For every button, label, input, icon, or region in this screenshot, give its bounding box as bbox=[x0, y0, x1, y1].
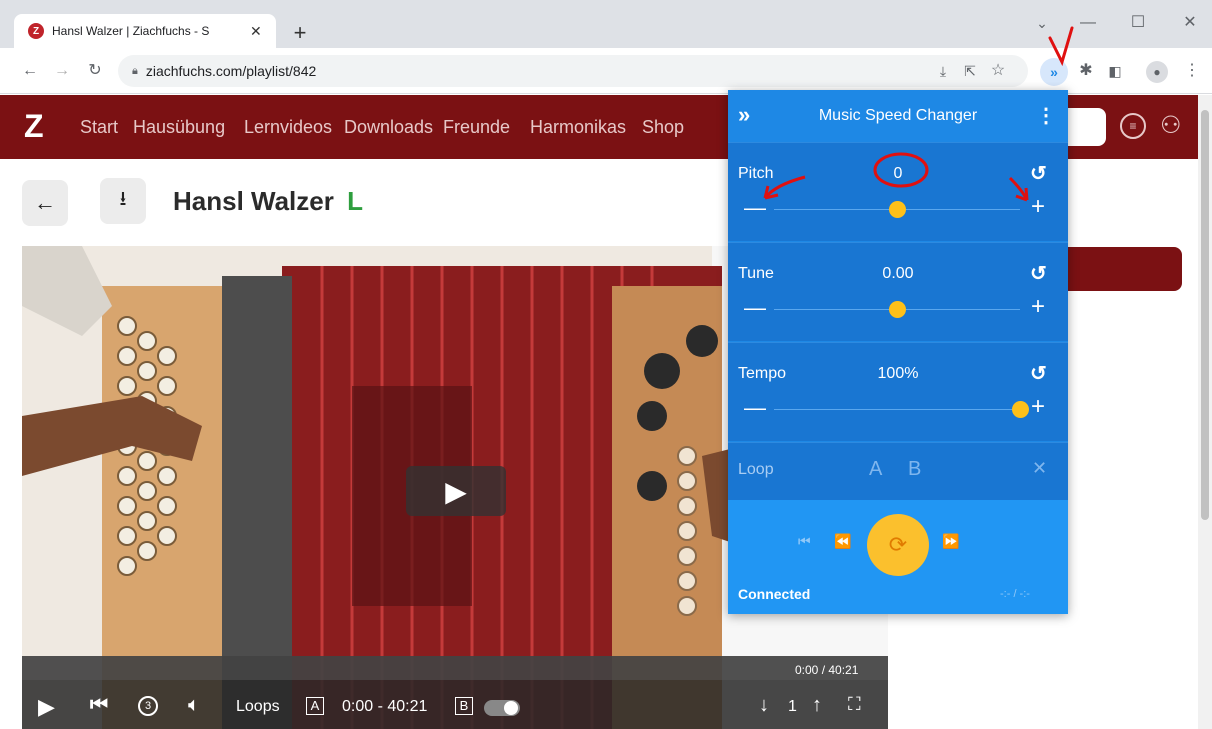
nav-shop[interactable]: Shop bbox=[642, 95, 684, 159]
tab-close-icon[interactable]: ✕ bbox=[250, 23, 262, 40]
maximize-icon[interactable]: ☐ bbox=[1123, 8, 1153, 38]
prev-track-icon[interactable]: ⏮ bbox=[798, 533, 811, 550]
transport-section: ⏮ ⏪ ⟳ ⏩ Connected -:- / -:- bbox=[728, 500, 1068, 614]
tune-section: Tune 0.00 ↺ — + bbox=[728, 242, 1068, 341]
tempo-reset-icon[interactable]: ↺ bbox=[1030, 361, 1047, 386]
profile-avatar[interactable]: ● bbox=[1146, 61, 1168, 83]
loop-a-button[interactable]: A bbox=[869, 458, 882, 481]
loop-toggle[interactable] bbox=[484, 700, 520, 716]
music-speed-changer-popup: » Music Speed Changer ⋮ Pitch 0 ↺ — + Tu… bbox=[728, 90, 1068, 614]
b-marker-button[interactable]: B bbox=[455, 697, 473, 715]
popup-title: Music Speed Changer bbox=[818, 107, 978, 124]
fullscreen-icon[interactable]: ⛶ bbox=[848, 694, 861, 715]
tempo-slider-track[interactable] bbox=[774, 409, 1020, 410]
tune-value: 0.00 bbox=[882, 265, 914, 282]
progress-bar[interactable] bbox=[22, 656, 888, 680]
pitch-reset-icon[interactable]: ↺ bbox=[1030, 161, 1047, 186]
volume-icon[interactable]: 🔈︎ bbox=[188, 694, 200, 717]
loops-label[interactable]: Loops bbox=[236, 698, 280, 716]
nav-harmonikas[interactable]: Harmonikas bbox=[530, 95, 626, 159]
speed-down-icon[interactable]: ↓ bbox=[759, 694, 769, 717]
bookmark-star-icon[interactable]: ☆ bbox=[983, 56, 1013, 86]
play-icon[interactable]: ▶ bbox=[38, 694, 55, 720]
tempo-section: Tempo 100% ↺ — + bbox=[728, 342, 1068, 441]
reload-icon[interactable]: ↻ bbox=[80, 56, 110, 86]
loop-range-text: 0:00 - 40:21 bbox=[342, 698, 428, 715]
back-button[interactable]: ← bbox=[22, 180, 68, 226]
skip-back-icon[interactable]: ⏮ bbox=[90, 694, 108, 717]
tempo-value: 100% bbox=[877, 365, 919, 382]
popup-menu-icon[interactable]: ⋮ bbox=[1036, 103, 1056, 128]
video-time-label: 0:00 / 40:21 bbox=[795, 663, 859, 677]
share-icon[interactable]: ⇱ bbox=[955, 56, 985, 86]
speed-changer-extension-icon[interactable]: » bbox=[1040, 58, 1068, 86]
tempo-slider-thumb[interactable] bbox=[1011, 401, 1029, 418]
nav-hausuebung[interactable]: Hausübung bbox=[133, 95, 225, 159]
install-icon[interactable]: ⤓ bbox=[928, 56, 958, 86]
loop-b-button[interactable]: B bbox=[908, 458, 921, 481]
tempo-plus-button[interactable]: + bbox=[1031, 393, 1045, 421]
tune-plus-button[interactable]: + bbox=[1031, 293, 1045, 321]
pitch-slider-thumb[interactable] bbox=[888, 201, 906, 218]
playlist-bar[interactable] bbox=[1060, 247, 1182, 291]
sync-button[interactable]: ⟳ bbox=[867, 514, 929, 576]
chat-icon[interactable]: ≡ bbox=[1120, 113, 1146, 139]
loop-label: Loop bbox=[738, 461, 774, 478]
nav-downloads[interactable]: Downloads bbox=[344, 95, 433, 159]
popup-time-readout: -:- / -:- bbox=[1000, 588, 1030, 600]
tab-search-icon[interactable]: ⌄ bbox=[1027, 8, 1057, 38]
pitch-section: Pitch 0 ↺ — + bbox=[728, 142, 1068, 241]
url-text: ziachfuchs.com/playlist/842 bbox=[145, 63, 317, 79]
side-panel-icon[interactable]: ◧ bbox=[1100, 56, 1130, 86]
scrollbar-thumb[interactable] bbox=[1201, 110, 1209, 520]
tune-reset-icon[interactable]: ↺ bbox=[1030, 261, 1047, 286]
browser-tab[interactable]: Z Hansl Walzer | Ziachfuchs - S ✕ bbox=[14, 14, 276, 48]
pitch-plus-button[interactable]: + bbox=[1031, 193, 1045, 221]
forward-icon[interactable]: → bbox=[47, 56, 77, 86]
nav-lernvideos[interactable]: Lernvideos bbox=[244, 95, 332, 159]
video-controls-bar: ▶ ⏮ 3 🔈︎ Loops A 0:00 - 40:21 B ↓ 1 ↑ ⛶ bbox=[22, 656, 888, 729]
replay-3-icon[interactable]: 3 bbox=[138, 696, 158, 716]
popup-header: » Music Speed Changer ⋮ bbox=[728, 90, 1068, 142]
site-logo[interactable]: Z bbox=[24, 109, 48, 143]
tune-minus-button[interactable]: — bbox=[744, 295, 766, 321]
nav-freunde[interactable]: Freunde bbox=[443, 95, 510, 159]
fast-forward-icon[interactable]: ⏩ bbox=[942, 533, 959, 550]
user-icon[interactable]: ⚇ bbox=[1160, 111, 1182, 140]
address-bar[interactable]: 🔒︎ ziachfuchs.com/playlist/842 bbox=[118, 55, 1028, 87]
lock-icon: 🔒︎ bbox=[132, 64, 138, 77]
browser-menu-icon[interactable]: ⋮ bbox=[1177, 56, 1207, 86]
back-icon[interactable]: ← bbox=[15, 56, 45, 86]
extensions-puzzle-icon[interactable]: ✱ bbox=[1071, 56, 1101, 86]
pitch-minus-button[interactable]: — bbox=[744, 195, 766, 221]
tab-title: Hansl Walzer | Ziachfuchs - S bbox=[52, 24, 210, 38]
loop-section: Loop A B ✕ bbox=[728, 442, 1068, 500]
rewind-icon[interactable]: ⏪ bbox=[834, 533, 851, 550]
speed-up-icon[interactable]: ↑ bbox=[812, 694, 822, 717]
tune-slider-thumb[interactable] bbox=[888, 301, 906, 318]
speed-value: 1 bbox=[788, 698, 797, 715]
a-marker-button[interactable]: A bbox=[306, 697, 324, 715]
minimize-icon[interactable]: — bbox=[1073, 8, 1103, 38]
connection-status: Connected bbox=[738, 586, 811, 602]
favicon-icon: Z bbox=[28, 23, 44, 39]
new-tab-icon[interactable]: + bbox=[285, 18, 315, 48]
nav-start[interactable]: Start bbox=[80, 95, 118, 159]
loop-clear-icon[interactable]: ✕ bbox=[1032, 458, 1047, 479]
download-button[interactable]: ⭳ bbox=[100, 178, 146, 224]
page-title: Hansl Walzer L bbox=[173, 186, 363, 216]
play-overlay-button[interactable]: ▶ bbox=[406, 466, 506, 516]
close-window-icon[interactable]: ✕ bbox=[1175, 8, 1205, 38]
level-badge: L bbox=[347, 186, 363, 216]
tempo-minus-button[interactable]: — bbox=[744, 395, 766, 421]
pitch-value: 0 bbox=[893, 165, 903, 182]
